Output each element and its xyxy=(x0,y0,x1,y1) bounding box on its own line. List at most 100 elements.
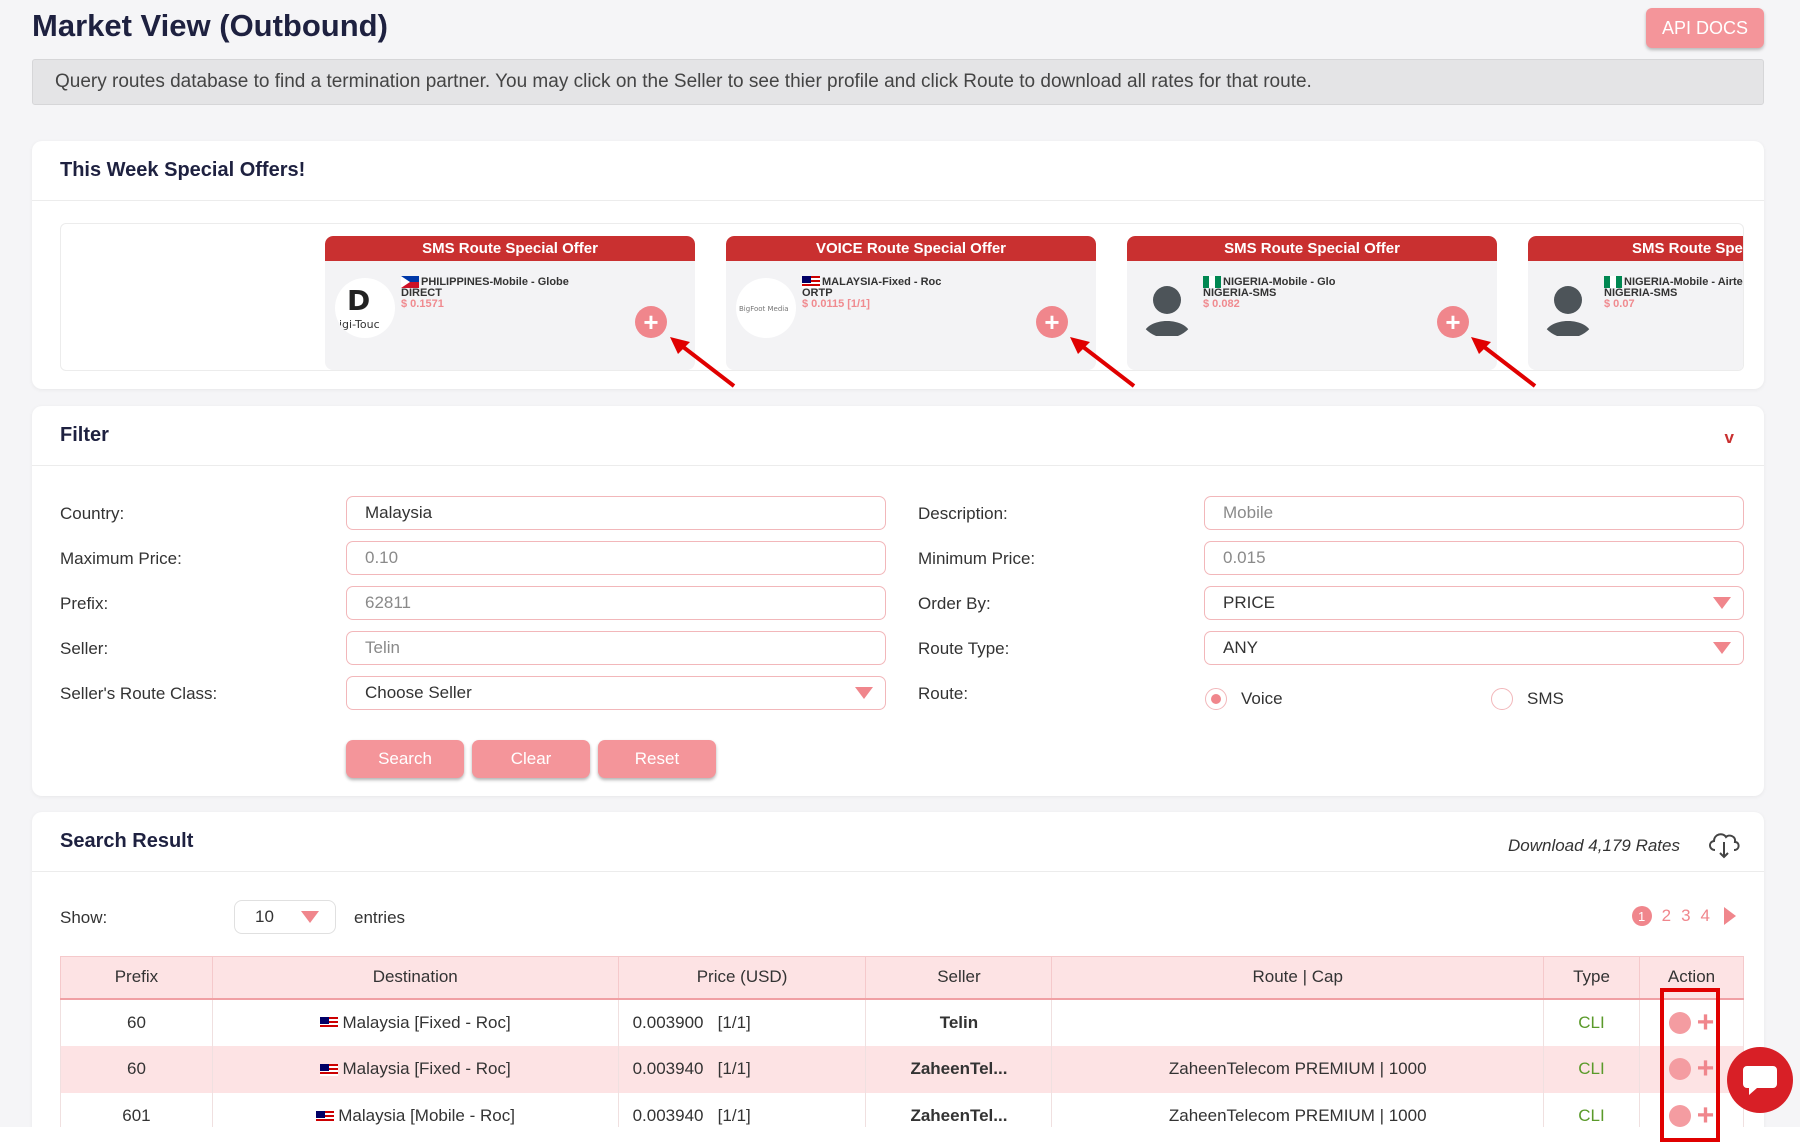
price-value: 0.003900 xyxy=(632,1012,704,1032)
chevron-down-icon xyxy=(1713,642,1731,654)
route-link[interactable]: ZaheenTelecom PREMIUM | 1000 xyxy=(1051,1045,1545,1093)
price-ratio: [1/1] xyxy=(717,1012,751,1032)
min-price-input[interactable]: 0.015 xyxy=(1204,541,1744,575)
route-sms-label: SMS xyxy=(1527,689,1564,708)
offer-header: SMS Route Special Offer xyxy=(325,236,695,261)
malaysia-flag-icon xyxy=(319,1017,338,1030)
chat-icon[interactable] xyxy=(1727,1047,1793,1113)
api-docs-button[interactable]: API DOCS xyxy=(1646,8,1764,48)
filter-card: Filter v Country: Malaysia Maximum Price… xyxy=(32,406,1764,796)
pagination: 1 2 3 4 xyxy=(1631,906,1736,926)
offer-card: VOICE Route Special Offer BigFoot Media … xyxy=(726,236,1096,370)
results-table: Prefix Destination Price (USD) Seller Ro… xyxy=(60,956,1745,1140)
search-button[interactable]: Search xyxy=(346,740,464,778)
destination-text: Malaysia [Fixed - Roc] xyxy=(342,1059,511,1078)
column-header[interactable]: Prefix xyxy=(60,956,213,1000)
column-header[interactable]: Destination xyxy=(211,956,619,1000)
offer-header: SMS Route Special Offer xyxy=(1127,236,1497,261)
page-title: Market View (Outbound) xyxy=(32,8,388,43)
prefix-cell: 60 xyxy=(60,1045,213,1093)
max-price-input[interactable]: 0.10 xyxy=(346,541,886,575)
chevron-down-icon xyxy=(1713,597,1731,609)
offer-destination: MALAYSIA-Fixed - Roc xyxy=(822,275,942,288)
column-header[interactable]: Price (USD) xyxy=(617,956,867,1000)
description-input[interactable]: Mobile xyxy=(1204,496,1744,530)
seller-logo: Digi-Touc xyxy=(335,278,395,338)
offer-header: VOICE Route Special Offer xyxy=(726,236,1096,261)
offer-price: $ 0.082 xyxy=(1203,298,1240,310)
country-input[interactable]: Malaysia xyxy=(346,496,886,530)
column-header[interactable]: Route | Cap xyxy=(1051,956,1545,1000)
seller-link[interactable]: Telin xyxy=(865,998,1053,1046)
avatar-icon xyxy=(1538,278,1598,338)
offer-card: SMS Route Special Offer NIGERIA-Mobile -… xyxy=(1528,236,1744,370)
prefix-label: Prefix: xyxy=(60,594,109,613)
route-type-value: ANY xyxy=(1223,638,1258,657)
page-4[interactable]: 4 xyxy=(1701,906,1710,926)
column-header[interactable]: Type xyxy=(1543,956,1640,1000)
collapse-toggle[interactable]: v xyxy=(1725,428,1734,448)
offer-header: SMS Route Special Offer xyxy=(1528,236,1743,261)
annotation-highlight-box xyxy=(1660,988,1720,1142)
entries-label: entries xyxy=(354,908,406,927)
svg-text:BigFoot Media: BigFoot Media xyxy=(739,305,789,313)
route-voice-label: Voice xyxy=(1241,689,1283,708)
page-bottom-edge xyxy=(0,1127,1800,1142)
entries-select[interactable]: 10 xyxy=(234,900,336,934)
max-price-label: Maximum Price: xyxy=(60,549,182,568)
destination-text: Malaysia [Fixed - Roc] xyxy=(342,1012,511,1032)
page-1[interactable]: 1 xyxy=(1631,906,1652,926)
annotation-arrow-icon xyxy=(1471,337,1537,388)
chevron-down-icon xyxy=(301,911,319,923)
route-voice-radio[interactable] xyxy=(1205,688,1227,710)
offer-price: $ 0.07 xyxy=(1604,298,1635,310)
table-row: 60 Malaysia [Fixed - Roc] 0.003900 [1/1]… xyxy=(60,998,1745,1046)
table-row: 60 Malaysia [Fixed - Roc] 0.003940 [1/1]… xyxy=(60,1045,1745,1093)
offer-card: SMS Route Special Offer NIGERIA-Mobile -… xyxy=(1127,236,1497,370)
filter-title: Filter xyxy=(32,406,1764,466)
seller-link[interactable]: ZaheenTel... xyxy=(865,1045,1053,1093)
special-offers-title: This Week Special Offers! xyxy=(32,141,1764,201)
prefix-input[interactable]: 62811 xyxy=(346,586,886,620)
search-result-card: Search Result Download 4,179 Rates Show:… xyxy=(32,812,1764,1142)
order-by-select[interactable]: PRICE xyxy=(1204,586,1744,620)
svg-text:igi-Touc: igi-Touc xyxy=(339,318,380,331)
cloud-download-icon[interactable] xyxy=(1706,828,1742,860)
malaysia-flag-icon xyxy=(319,1063,338,1076)
route-link[interactable] xyxy=(1051,998,1545,1046)
route-type-select[interactable]: ANY xyxy=(1204,631,1744,665)
seller-logo: BigFoot Media xyxy=(736,278,796,338)
prefix-cell: 60 xyxy=(60,998,213,1046)
malaysia-flag-icon xyxy=(802,276,820,288)
column-header[interactable]: Seller xyxy=(865,956,1053,1000)
price-ratio: [1/1] xyxy=(717,1106,751,1125)
annotation-arrow-icon xyxy=(1070,337,1136,388)
type-cell: CLI xyxy=(1543,998,1640,1046)
order-by-label: Order By: xyxy=(918,594,991,613)
offer-destination: NIGERIA-Mobile - Airtel xyxy=(1624,275,1744,288)
entries-value: 10 xyxy=(255,907,274,926)
add-offer-icon[interactable]: + xyxy=(1036,306,1068,338)
page-2[interactable]: 2 xyxy=(1662,906,1671,926)
svg-text:D: D xyxy=(347,284,370,317)
add-offer-icon[interactable]: + xyxy=(1437,306,1469,338)
next-page-icon[interactable] xyxy=(1724,907,1736,925)
destination-cell: Malaysia [Fixed - Roc] xyxy=(211,998,619,1046)
min-price-label: Minimum Price: xyxy=(918,549,1036,568)
offer-card: SMS Route Special Offer Digi-Touc PHILIP… xyxy=(325,236,695,370)
destination-cell: Malaysia [Fixed - Roc] xyxy=(211,1045,619,1093)
reset-button[interactable]: Reset xyxy=(598,740,716,778)
clear-button[interactable]: Clear xyxy=(472,740,590,778)
route-class-label: Seller's Route Class: xyxy=(60,684,218,703)
seller-label: Seller: xyxy=(60,639,109,658)
page-3[interactable]: 3 xyxy=(1681,906,1690,926)
philippines-flag-icon xyxy=(401,276,419,288)
route-class-select[interactable]: Choose Seller xyxy=(346,676,886,710)
price-value: 0.003940 xyxy=(632,1059,704,1078)
add-offer-icon[interactable]: + xyxy=(635,306,667,338)
route-type-label: Route Type: xyxy=(918,639,1010,658)
route-sms-radio[interactable] xyxy=(1491,688,1513,710)
seller-input[interactable]: Telin xyxy=(346,631,886,665)
search-result-title: Search Result xyxy=(32,812,1764,872)
download-rates-link[interactable]: Download 4,179 Rates xyxy=(1508,836,1680,856)
